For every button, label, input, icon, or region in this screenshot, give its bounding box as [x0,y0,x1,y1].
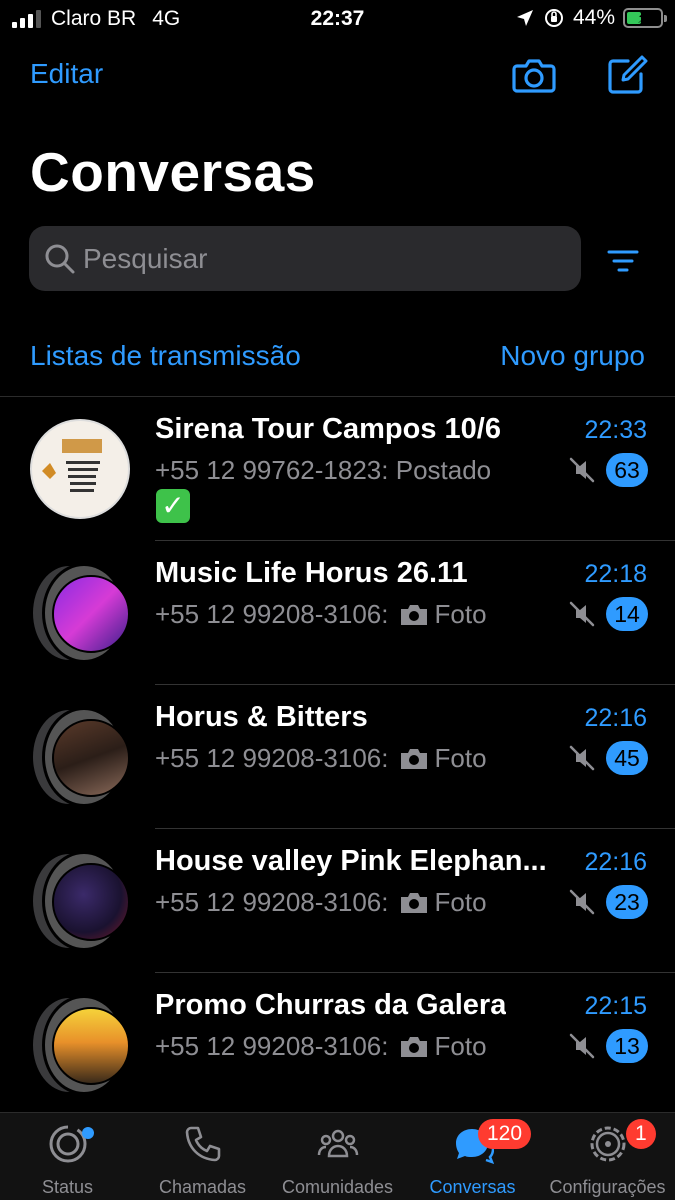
tab-chats[interactable]: 120 Conversas [405,1113,540,1200]
tab-communities[interactable]: Comunidades [270,1113,405,1200]
chat-time: 22:33 [584,416,647,444]
chat-preview: +55 12 99208-3106: Foto [155,599,487,630]
status-new-dot [82,1127,94,1139]
location-icon [516,10,533,26]
chat-name: Sirena Tour Campos 10/6 [155,413,501,445]
tab-bar: Status Chamadas Comunidades 120 Conversa… [0,1112,675,1200]
chat-name: Promo Churras da Galera [155,989,507,1021]
compose-icon[interactable] [604,52,650,98]
camera-small-icon [400,604,427,625]
chat-row[interactable]: House valley Pink Elephan... 22:16 +55 1… [0,829,675,973]
tab-settings[interactable]: 1 Configurações [540,1113,675,1200]
orientation-lock-icon [544,9,563,27]
chat-row[interactable]: Music Life Horus 26.11 22:18 +55 12 9920… [0,541,675,685]
message-sender: +55 12 99208-3106: [155,743,389,773]
search-bar[interactable] [29,226,581,291]
new-group-link[interactable]: Novo grupo [500,340,645,372]
unread-badge: 45 [606,741,648,775]
tab-calls[interactable]: Chamadas [135,1113,270,1200]
message-text: Postado [395,455,492,485]
avatar [30,563,130,663]
camera-small-icon [400,1036,427,1057]
battery-percent: 44% [572,6,615,29]
filter-icon[interactable] [606,246,640,276]
tab-label: Chamadas [158,1177,247,1197]
chat-preview: +55 12 99208-3106: Foto [155,1031,487,1062]
chat-name: Music Life Horus 26.11 [155,557,468,589]
mute-icon [569,601,595,627]
battery-icon: ⚡ [623,8,667,28]
group-avatar-image [52,1007,130,1085]
chat-name: Horus & Bitters [155,701,368,733]
message-text: Foto [434,1031,487,1061]
chat-row[interactable]: Promo Churras da Galera 22:15 +55 12 992… [0,973,675,1117]
chat-row[interactable]: Sirena Tour Campos 10/6 22:33 +55 12 997… [0,397,675,541]
chat-name: House valley Pink Elephan... [155,845,547,877]
communities-icon [317,1129,359,1158]
message-sender: +55 12 99762-1823: [155,455,389,485]
group-avatar-image [52,863,130,941]
message-text: Foto [434,599,487,629]
settings-badge: 1 [626,1119,656,1149]
chat-preview: +55 12 99208-3106: Foto [155,743,487,774]
tab-label: Configurações [549,1177,666,1197]
message-sender: +55 12 99208-3106: [155,887,389,917]
camera-small-icon [400,748,427,769]
message-sender: +55 12 99208-3106: [155,599,389,629]
search-input[interactable] [83,242,563,275]
tab-status[interactable]: Status [0,1113,135,1200]
tab-label: Comunidades [281,1177,394,1197]
avatar [30,419,130,519]
unread-badge: 13 [606,1029,648,1063]
group-avatar-image [30,419,130,519]
camera-icon[interactable] [511,52,557,98]
group-avatar-image [52,575,130,653]
mute-icon [569,745,595,771]
phone-icon [185,1126,221,1162]
chat-time: 22:18 [584,560,647,588]
message-text: Foto [434,887,487,917]
mute-icon [569,457,595,483]
message-text: Foto [434,743,487,773]
broadcast-lists-link[interactable]: Listas de transmissão [30,340,301,372]
mute-icon [569,1033,595,1059]
chat-preview: +55 12 99762-1823: Postado [155,455,491,486]
avatar [30,851,130,951]
message-sender: +55 12 99208-3106: [155,1031,389,1061]
status-bar: Claro BR 4G 22:37 44% ⚡ [0,0,675,38]
chat-preview: +55 12 99208-3106: Foto [155,887,487,918]
edit-button[interactable]: Editar [30,58,103,90]
chat-time: 22:16 [584,704,647,732]
search-icon [45,244,75,273]
chat-time: 22:16 [584,848,647,876]
check-mark-emoji: ✓ [156,489,190,523]
unread-badge: 23 [606,885,648,919]
status-bar-right: 44% ⚡ [515,6,667,30]
settings-icon [590,1126,626,1162]
unread-badge: 63 [606,453,648,487]
unread-badge: 14 [606,597,648,631]
camera-small-icon [400,892,427,913]
tab-label: Status [41,1177,94,1197]
chat-time: 22:15 [584,992,647,1020]
chat-row[interactable]: Horus & Bitters 22:16 +55 12 99208-3106:… [0,685,675,829]
group-avatar-image [52,719,130,797]
page-title: Conversas [30,141,316,203]
unread-chats-badge: 120 [478,1119,532,1149]
tab-label: Conversas [429,1177,516,1197]
avatar [30,707,130,807]
mute-icon [569,889,595,915]
avatar [30,995,130,1095]
